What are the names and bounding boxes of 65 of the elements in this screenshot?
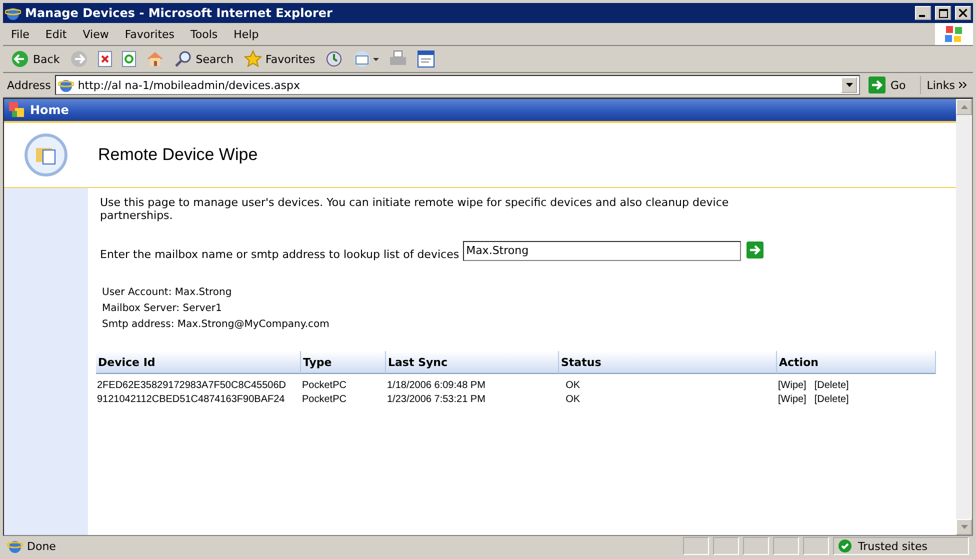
action-link[interactable]: [Delete]: [814, 380, 849, 390]
address-label: Address: [7, 78, 51, 92]
address-field[interactable]: http://al na-1/mobileadmin/devices.aspx: [54, 75, 860, 95]
window-title: Manage Devices - Microsoft Internet Explorer: [25, 6, 334, 20]
go-button[interactable]: Go: [864, 76, 921, 94]
favorites-button[interactable]: Favorites: [242, 50, 318, 68]
account-info: User Account: Max.Strong: [102, 286, 233, 300]
account-info: Smtp address: Max.Strong@MyCompany.com: [102, 318, 330, 332]
home-link[interactable]: Home: [30, 103, 69, 117]
table-cell-text: PocketPC: [301, 392, 348, 406]
scrollbar[interactable]: [956, 99, 972, 535]
column-header: Type: [301, 351, 386, 374]
table-cell-text: 1/18/2006 6:09:48 PM: [386, 378, 486, 392]
mailbox-field[interactable]: Max.Strong: [463, 240, 742, 260]
search-button[interactable]: Search: [172, 50, 236, 68]
maximize-icon: [938, 8, 948, 18]
close-button[interactable]: [955, 6, 971, 20]
lookup-go-button[interactable]: [745, 240, 766, 260]
stop-icon: [98, 51, 112, 67]
windows-flag-icon: [944, 25, 964, 43]
menu-item[interactable]: Edit: [37, 28, 75, 40]
menu-item[interactable]: Help: [226, 28, 267, 40]
table-cell-text: OK: [564, 392, 582, 406]
home-icon: [146, 50, 164, 68]
links-button[interactable]: Links: [924, 78, 969, 92]
office-logo-icon: [8, 101, 26, 119]
menu-item[interactable]: View: [74, 28, 117, 40]
minimize-button[interactable]: [915, 6, 931, 20]
refresh-button[interactable]: [120, 51, 138, 67]
action-link[interactable]: [Delete]: [814, 394, 849, 404]
maximize-button[interactable]: [935, 6, 951, 20]
column-header: Action: [777, 351, 936, 374]
status-text: Done: [27, 540, 57, 552]
action-link[interactable]: [Wipe]: [778, 394, 806, 404]
lookup-label: Enter the mailbox name or smtp address to lookup list of devices: [100, 248, 460, 261]
table-cell-text: PocketPC: [301, 378, 348, 392]
back-button[interactable]: Back: [9, 50, 62, 68]
action-link[interactable]: [Wipe]: [778, 380, 806, 390]
zone-text: Trusted sites: [858, 540, 928, 552]
star-icon: [244, 50, 262, 68]
table-cell-text: 9121042112CBED51C4874163F90BAF24: [96, 392, 286, 406]
close-icon: [959, 9, 967, 17]
column-header: Last Sync: [386, 351, 559, 374]
intro-text: Use this page to manage user's devices. You can initiate remote wipe for specific devices and also cleanup device partnerships.: [100, 196, 730, 222]
down-arrow-icon: [960, 525, 968, 529]
stop-button[interactable]: [96, 51, 114, 67]
table-cell-text: OK: [564, 378, 582, 392]
column-header: Device Id: [96, 351, 301, 374]
edit-button[interactable]: [415, 50, 438, 68]
page-title: Remote Device Wipe: [98, 145, 258, 165]
caret-icon: [846, 83, 853, 87]
column-header: Status: [559, 351, 777, 374]
search-icon: [174, 50, 192, 68]
printer-icon: [389, 50, 408, 68]
table-cell-text: 1/23/2006 7:53:21 PM: [386, 392, 486, 406]
up-arrow-icon: [960, 105, 968, 109]
history-icon: [325, 50, 344, 68]
mail-button[interactable]: [351, 50, 382, 68]
chevron-icon: [959, 82, 967, 88]
menu-item[interactable]: File: [3, 28, 38, 40]
menu-item[interactable]: Favorites: [116, 28, 183, 40]
dropdown-button[interactable]: [841, 77, 858, 93]
table-cell-text: 2FED62E35829172983A7F50C8C45506D: [96, 378, 288, 392]
account-info: Mailbox Server: Server1: [102, 302, 223, 316]
menu-item[interactable]: Tools: [182, 28, 226, 40]
